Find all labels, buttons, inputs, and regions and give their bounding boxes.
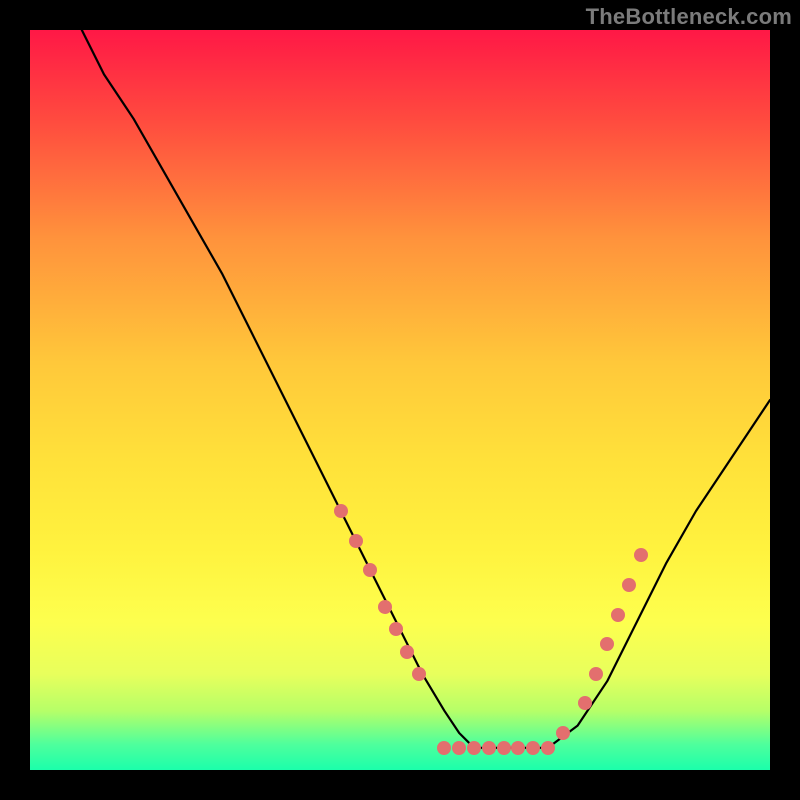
plot-area [30,30,770,770]
watermark-label: TheBottleneck.com [586,4,792,30]
background-gradient [30,30,770,770]
chart-stage: TheBottleneck.com [0,0,800,800]
